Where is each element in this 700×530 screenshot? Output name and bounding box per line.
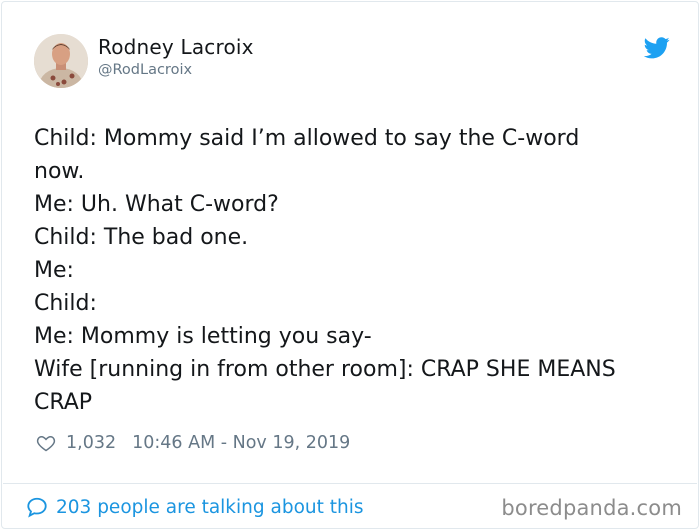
- author-name[interactable]: Rodney Lacroix: [98, 35, 254, 59]
- watermark: boredpanda.com: [501, 496, 682, 520]
- avatar[interactable]: [34, 34, 88, 88]
- heart-outline-icon[interactable]: [36, 433, 56, 453]
- tweet-timestamp[interactable]: 10:46 AM - Nov 19, 2019: [132, 433, 350, 453]
- avatar-image: [34, 34, 88, 88]
- author-handle[interactable]: @RodLacroix: [98, 62, 192, 78]
- twitter-bird-icon[interactable]: [644, 37, 670, 59]
- conversation-link[interactable]: 203 people are talking about this: [26, 494, 364, 520]
- tweet-card: Rodney Lacroix @RodLacroix Child: Mommy …: [1, 1, 699, 529]
- like-count[interactable]: 1,032: [66, 433, 116, 453]
- tweet-meta: 1,032 10:46 AM - Nov 19, 2019: [36, 430, 350, 456]
- speech-bubble-icon: [27, 497, 47, 518]
- divider: [3, 483, 697, 484]
- tweet-text: Child: Mommy said I’m allowed to say the…: [34, 126, 616, 415]
- conversation-link-label[interactable]: 203 people are talking about this: [56, 497, 364, 518]
